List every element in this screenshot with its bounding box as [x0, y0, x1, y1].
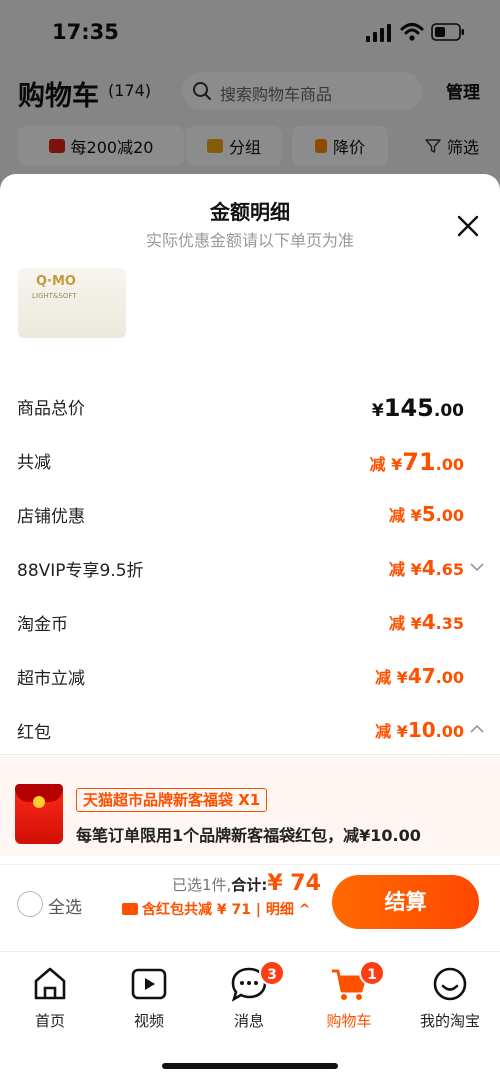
coupon-description: 每笔订单限用1个品牌新客福袋红包，减¥10.00: [76, 826, 421, 845]
row-store-discount: 店铺优惠 减 ¥5.00: [0, 494, 500, 534]
currency: 减 ¥: [375, 722, 408, 741]
currency: 减 ¥: [389, 614, 422, 633]
select-all-checkbox[interactable]: [17, 891, 43, 917]
value-dec: .00: [435, 506, 464, 525]
value-dec: .35: [435, 614, 464, 633]
tab-cart[interactable]: 1 购物车: [299, 960, 399, 1031]
currency: 减 ¥: [389, 506, 422, 525]
row-value: 减 ¥47.00: [375, 664, 464, 688]
savings-text: 含红包共减 ¥ 71: [142, 902, 251, 918]
checkout-footer: 全选 已选1件,合计:¥ 74 含红包共减 ¥ 71 | 明细 ^ 结算: [0, 864, 500, 944]
row-value: 减 ¥4.35: [389, 610, 464, 634]
row-value: 减 ¥5.00: [389, 502, 464, 526]
row-label: 超市立减: [17, 669, 85, 689]
checkout-button[interactable]: 结算: [332, 875, 479, 929]
row-red-packet[interactable]: 红包 减 ¥10.00: [0, 710, 500, 750]
tab-label: 我的淘宝: [419, 1012, 480, 1030]
messages-badge: 3: [259, 960, 285, 986]
coupon-banner[interactable]: 天猫超市品牌新客福袋 X1 每笔订单限用1个品牌新客福袋红包，减¥10.00: [0, 756, 500, 856]
row-label: 淘金币: [17, 615, 68, 635]
currency: ¥: [371, 401, 384, 421]
row-label: 88VIP专享9.5折: [17, 561, 144, 581]
value-int: 10: [407, 718, 436, 742]
row-label: 共减: [17, 453, 51, 473]
currency: 减 ¥: [369, 455, 403, 474]
modal-overlay[interactable]: [0, 0, 500, 200]
currency: 减 ¥: [389, 560, 422, 579]
tab-home[interactable]: 首页: [0, 964, 100, 1031]
row-value: ¥145.00: [372, 394, 464, 422]
product-brand: Q·MO: [36, 274, 76, 289]
row-label: 商品总价: [17, 399, 85, 419]
value-int: 71: [402, 448, 436, 476]
profile-icon: [433, 967, 467, 1001]
row-88vip[interactable]: 88VIP专享9.5折 减 ¥4.65: [0, 548, 500, 588]
value-dec: .00: [435, 455, 464, 474]
home-indicator[interactable]: [162, 1063, 338, 1069]
row-value: 减 ¥71.00: [370, 448, 464, 476]
home-icon: [34, 967, 66, 1000]
row-total-reduce: 共减 减 ¥71.00: [0, 440, 500, 480]
tab-label: 视频: [133, 1012, 164, 1030]
order-summary: 已选1件,合计:¥ 74: [172, 871, 321, 896]
row-total-price: 商品总价 ¥145.00: [0, 386, 500, 426]
value-int: 4: [421, 610, 436, 634]
total-amount: ¥ 74: [267, 871, 321, 896]
row-value: 减 ¥4.65: [389, 556, 464, 580]
chevron-down-icon[interactable]: [470, 562, 484, 572]
row-value: 减 ¥10.00: [375, 718, 464, 742]
value-int: 5: [421, 502, 436, 526]
value-dec: .00: [435, 668, 464, 687]
ticket-icon: [122, 903, 138, 915]
tab-label: 消息: [233, 1012, 264, 1030]
chevron-up-icon[interactable]: [470, 724, 484, 734]
tab-video[interactable]: 视频: [99, 964, 199, 1031]
savings-summary[interactable]: 含红包共减 ¥ 71 | 明细 ^: [122, 899, 310, 919]
tab-label: 首页: [34, 1012, 65, 1030]
row-label: 红包: [17, 723, 51, 743]
tab-label: 购物车: [326, 1012, 372, 1030]
value-dec: .00: [433, 401, 464, 421]
row-supermarket-discount: 超市立减 减 ¥47.00: [0, 656, 500, 696]
detail-link[interactable]: 明细: [266, 902, 294, 918]
divider: [0, 754, 500, 755]
value-int: 145: [383, 394, 434, 422]
row-taojinbi: 淘金币 减 ¥4.35: [0, 602, 500, 642]
row-label: 店铺优惠: [17, 507, 85, 527]
total-label: 合计:: [231, 876, 268, 894]
value-dec: .00: [435, 722, 464, 741]
sheet-title: 金额明细: [210, 200, 290, 224]
price-detail-sheet: 金额明细 实际优惠金额请以下单页为准 Q·MO LIGHT&SOFT 商品总价 …: [0, 174, 500, 1083]
sheet-subtitle: 实际优惠金额请以下单页为准: [145, 231, 354, 250]
product-text: LIGHT&SOFT: [32, 292, 77, 300]
value-dec: .65: [435, 560, 464, 579]
packet-seal: [33, 796, 45, 808]
currency: 减 ¥: [375, 668, 408, 687]
close-icon[interactable]: [454, 212, 482, 240]
red-packet-icon: [15, 784, 63, 844]
product-thumbnail[interactable]: Q·MO LIGHT&SOFT: [18, 268, 126, 338]
coupon-tag: 天猫超市品牌新客福袋 X1: [76, 788, 268, 812]
value-int: 4: [421, 556, 436, 580]
selected-count: 已选1件,: [172, 876, 232, 894]
select-all-label[interactable]: 全选: [48, 893, 82, 918]
tab-messages[interactable]: 3 消息: [199, 960, 299, 1031]
video-icon: [131, 968, 167, 1000]
cart-badge: 1: [359, 960, 385, 986]
bottom-tab-bar: 首页 视频 3 消息 1 购物车 我的淘宝: [0, 951, 500, 1041]
value-int: 47: [407, 664, 436, 688]
tab-profile[interactable]: 我的淘宝: [400, 964, 500, 1031]
